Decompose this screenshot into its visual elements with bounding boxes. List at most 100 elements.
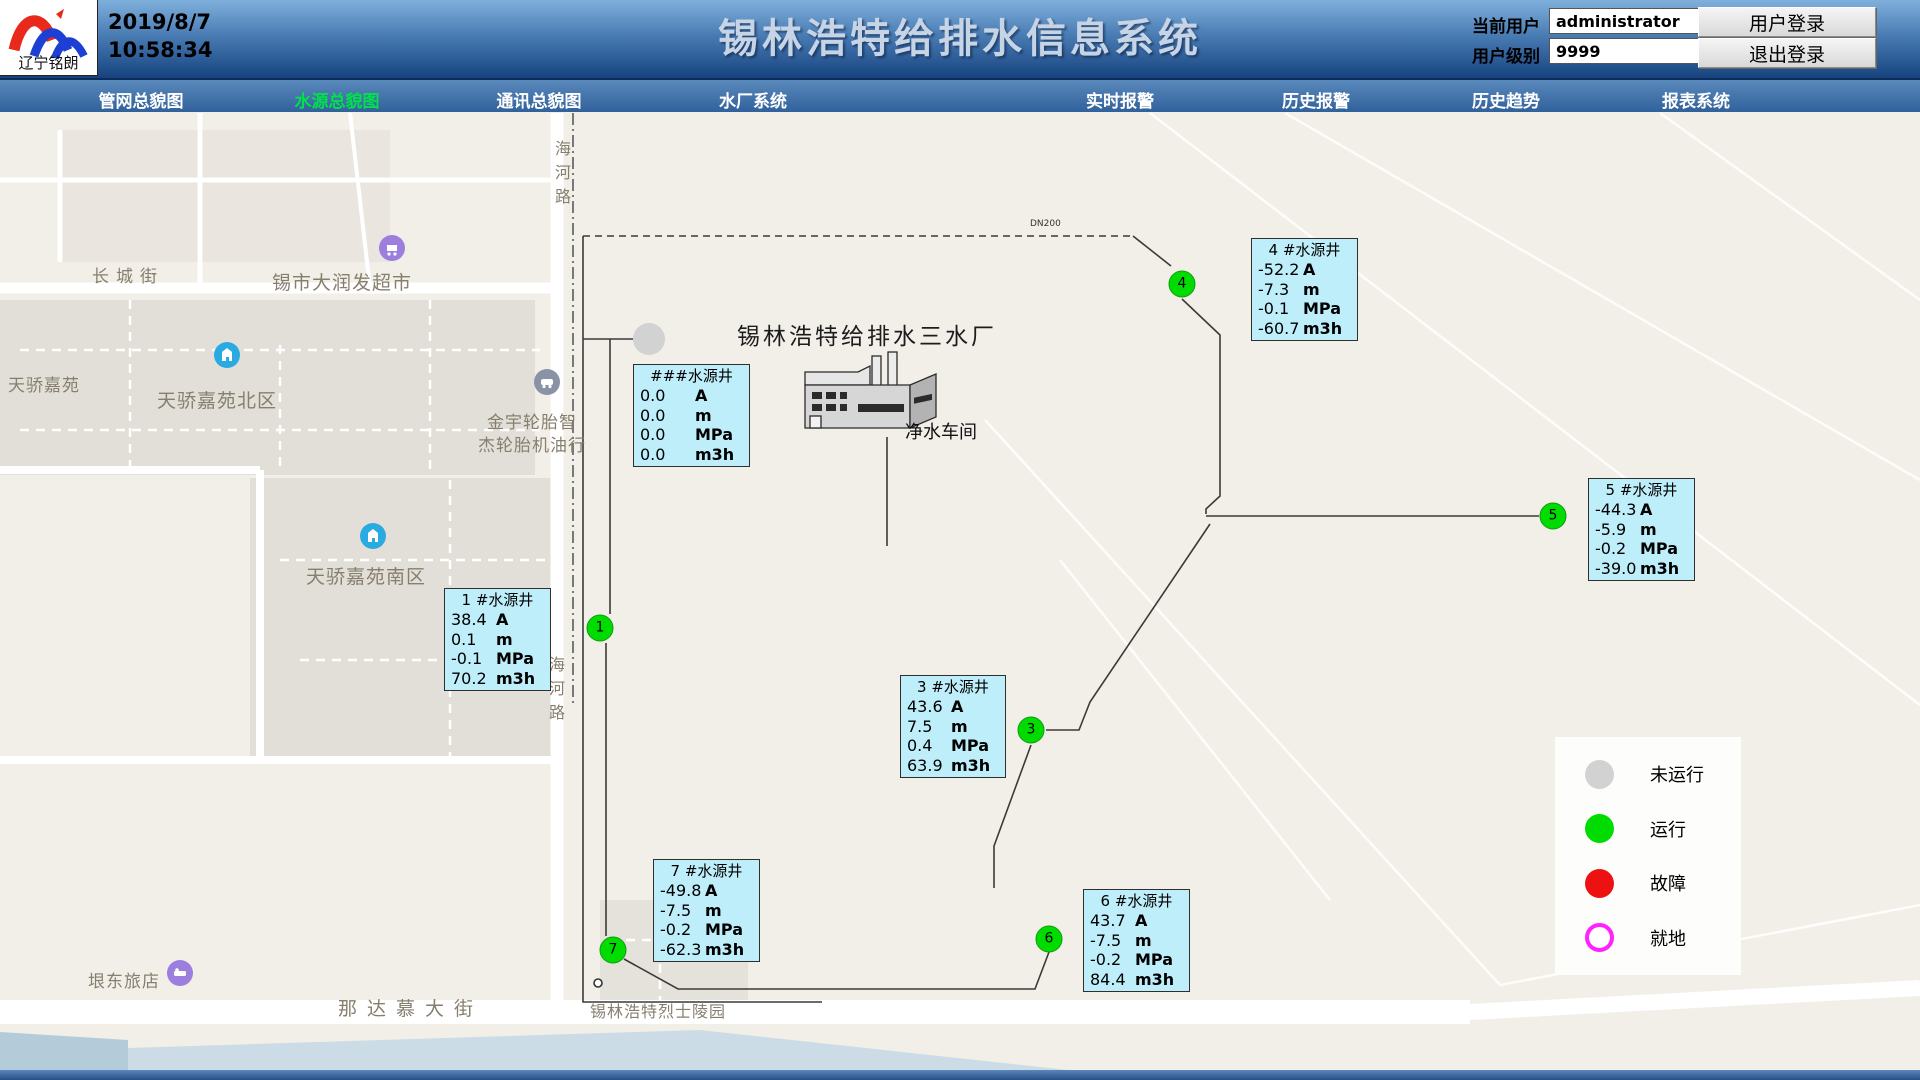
nav-item-4[interactable]: 水厂系统	[719, 87, 787, 112]
well-box-3[interactable]: 3 #水源井43.6A7.5m0.4MPa63.9m3h	[900, 675, 1006, 778]
well-unit: m3h	[1303, 319, 1351, 339]
legend-label: 就地	[1650, 925, 1686, 951]
well-title: 6 #水源井	[1090, 891, 1183, 911]
well-unit: A	[496, 610, 544, 630]
well-unit: MPa	[705, 920, 753, 940]
well-marker-1[interactable]: 1	[587, 615, 614, 642]
well-unit: m	[951, 717, 999, 737]
well-unit: A	[1303, 260, 1351, 280]
well-value: 7.5	[907, 717, 951, 737]
well-box-6[interactable]: 6 #水源井43.7A-7.5m-0.2MPa84.4m3h	[1083, 889, 1190, 992]
well-box-unknown[interactable]: ###水源井0.0A0.0m0.0MPa0.0m3h	[633, 364, 750, 467]
user-level-label: 用户级别	[1472, 42, 1540, 67]
well-measurement-row: -0.2MPa	[660, 920, 753, 940]
login-button[interactable]: 用户登录	[1698, 7, 1876, 37]
user-level-field[interactable]	[1549, 38, 1701, 64]
well-marker-idle[interactable]	[633, 323, 665, 355]
legend-label: 故障	[1650, 870, 1686, 896]
well-unit: m3h	[695, 445, 743, 465]
car-icon	[534, 369, 560, 399]
well-unit: m	[1135, 931, 1183, 951]
cart-icon	[379, 235, 405, 265]
well-unit: MPa	[1640, 539, 1688, 559]
well-unit: A	[1135, 911, 1183, 931]
well-measurement-row: 0.0MPa	[640, 425, 743, 445]
well-unit: A	[705, 881, 753, 901]
well-marker-4[interactable]: 4	[1169, 271, 1196, 298]
nav-item-7[interactable]: 历史趋势	[1472, 87, 1540, 112]
well-marker-6[interactable]: 6	[1036, 926, 1063, 953]
pipe-diameter-label: DN200	[1030, 219, 1061, 229]
valve-icon	[594, 979, 602, 987]
well-measurement-row: 38.4A	[451, 610, 544, 630]
well-value: -0.1	[451, 649, 496, 669]
well-unit: m3h	[705, 940, 753, 960]
well-measurement-row: -7.5m	[660, 901, 753, 921]
legend-run-icon	[1585, 814, 1614, 843]
well-value: 0.0	[640, 425, 695, 445]
well-measurement-row: -0.2MPa	[1090, 950, 1183, 970]
well-unit: m	[695, 406, 743, 426]
well-value: -39.0	[1595, 559, 1640, 579]
well-measurement-row: -0.1MPa	[451, 649, 544, 669]
legend-local-icon	[1585, 923, 1614, 952]
well-title: ###水源井	[640, 366, 743, 386]
street-label-4: 天骄嘉苑	[8, 371, 80, 396]
current-user-field[interactable]	[1549, 8, 1701, 34]
street-label-12: 锡林浩特烈士陵园	[590, 998, 726, 1022]
well-measurement-row: 43.7A	[1090, 911, 1183, 931]
legend-idle-icon	[1585, 760, 1614, 789]
well-unit: m	[1303, 280, 1351, 300]
well-value: 84.4	[1090, 970, 1135, 990]
well-value: 43.7	[1090, 911, 1135, 931]
well-value: 38.4	[451, 610, 496, 630]
well-marker-5[interactable]: 5	[1540, 503, 1567, 530]
street-label-10: 垠东旅店	[88, 967, 160, 992]
header: 辽宁铭朗 2019/8/7 10:58:34 锡林浩特给排水信息系统 当前用户 …	[0, 0, 1920, 78]
well-box-4[interactable]: 4 #水源井-52.2A-7.3m-0.1MPa-60.7m3h	[1251, 238, 1358, 341]
legend-item-run: 运行	[1555, 814, 1741, 843]
nav-item-3[interactable]: 通讯总貌图	[497, 87, 582, 112]
well-box-5[interactable]: 5 #水源井-44.3A-5.9m-0.2MPa-39.0m3h	[1588, 478, 1695, 581]
nav-item-8[interactable]: 报表系统	[1662, 87, 1730, 112]
nav-item-1[interactable]: 管网总貌图	[99, 87, 184, 112]
well-value: -62.3	[660, 940, 705, 960]
well-value: 0.1	[451, 630, 496, 650]
well-measurement-row: 0.4MPa	[907, 736, 999, 756]
well-unit: MPa	[1303, 299, 1351, 319]
street-label-6: 金宇轮胎智	[487, 408, 577, 433]
well-unit: m3h	[1135, 970, 1183, 990]
well-marker-3[interactable]: 3	[1018, 717, 1045, 744]
well-measurement-row: -5.9m	[1595, 520, 1688, 540]
well-value: 0.0	[640, 445, 695, 465]
well-unit: MPa	[951, 736, 999, 756]
well-box-7[interactable]: 7 #水源井-49.8A-7.5m-0.2MPa-62.3m3h	[653, 859, 760, 962]
well-box-1[interactable]: 1 #水源井38.4A0.1m-0.1MPa70.2m3h	[444, 588, 551, 691]
street-label-7: 杰轮胎机油行	[478, 431, 586, 456]
well-unit: m	[705, 901, 753, 921]
well-title: 3 #水源井	[907, 677, 999, 697]
well-measurement-row: 0.0A	[640, 386, 743, 406]
well-unit: MPa	[496, 649, 544, 669]
well-value: -0.2	[1595, 539, 1640, 559]
nav-item-2[interactable]: 水源总貌图	[295, 87, 380, 112]
well-marker-7[interactable]: 7	[600, 937, 627, 964]
street-label-5: 天骄嘉苑北区	[157, 386, 277, 413]
nav-item-5[interactable]: 实时报警	[1086, 87, 1154, 112]
well-value: -0.2	[1090, 950, 1135, 970]
well-measurement-row: 43.6A	[907, 697, 999, 717]
legend-panel: 未运行运行故障就地	[1555, 737, 1741, 975]
well-value: 0.0	[640, 406, 695, 426]
well-value: -52.2	[1258, 260, 1303, 280]
nav-item-6[interactable]: 历史报警	[1282, 87, 1350, 112]
well-unit: A	[695, 386, 743, 406]
well-value: 63.9	[907, 756, 951, 776]
well-measurement-row: 0.0m	[640, 406, 743, 426]
map-area[interactable]: 海河路长城街锡市大润发超市天骄嘉苑天骄嘉苑北区金宇轮胎智杰轮胎机油行天骄嘉苑南区…	[0, 0, 1920, 1080]
street-label-8: 天骄嘉苑南区	[306, 562, 426, 589]
logout-button[interactable]: 退出登录	[1698, 38, 1876, 68]
well-value: 43.6	[907, 697, 951, 717]
well-value: -44.3	[1595, 500, 1640, 520]
current-user-label: 当前用户	[1472, 12, 1540, 37]
legend-fault-icon	[1585, 869, 1614, 898]
